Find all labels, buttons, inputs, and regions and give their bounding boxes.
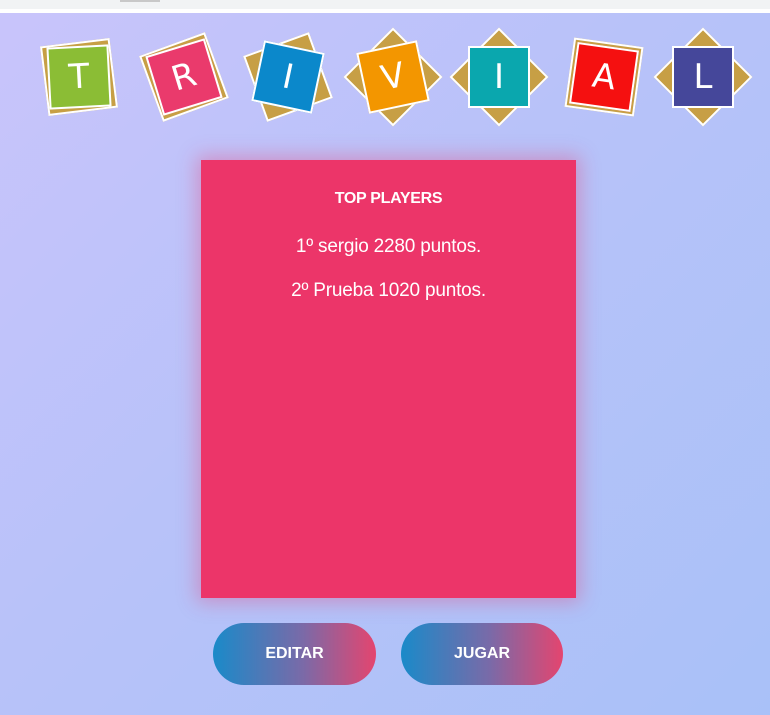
play-button[interactable]: JUGAR bbox=[401, 623, 563, 685]
title-letter: A bbox=[589, 55, 619, 99]
browser-strip-mark bbox=[120, 0, 160, 2]
title-letter: I bbox=[493, 57, 505, 97]
title-tile-i-second: I bbox=[447, 25, 551, 129]
edit-button[interactable]: EDITAR bbox=[213, 623, 376, 685]
browser-top-strip bbox=[0, 0, 770, 13]
title-tile-t: T bbox=[27, 25, 131, 129]
title-letter: I bbox=[278, 56, 298, 98]
panel-title: TOP PLAYERS bbox=[334, 190, 443, 207]
title-letter: L bbox=[693, 57, 713, 97]
title-letter: T bbox=[67, 56, 91, 98]
title-tile-v: V bbox=[341, 25, 445, 129]
title-tile-r: R bbox=[132, 25, 236, 129]
top-players-panel: TOP PLAYERS 1º sergio 2280 puntos. 2º Pr… bbox=[201, 160, 576, 598]
title-letter: R bbox=[166, 54, 202, 100]
title-tile-a: A bbox=[552, 25, 656, 129]
player-row: 2º Prueba 1020 puntos. bbox=[291, 280, 486, 301]
title-letter: V bbox=[377, 55, 409, 99]
player-row: 1º sergio 2280 puntos. bbox=[295, 236, 482, 257]
title-tile-l: L bbox=[651, 25, 755, 129]
title-tile-i: I bbox=[236, 25, 340, 129]
